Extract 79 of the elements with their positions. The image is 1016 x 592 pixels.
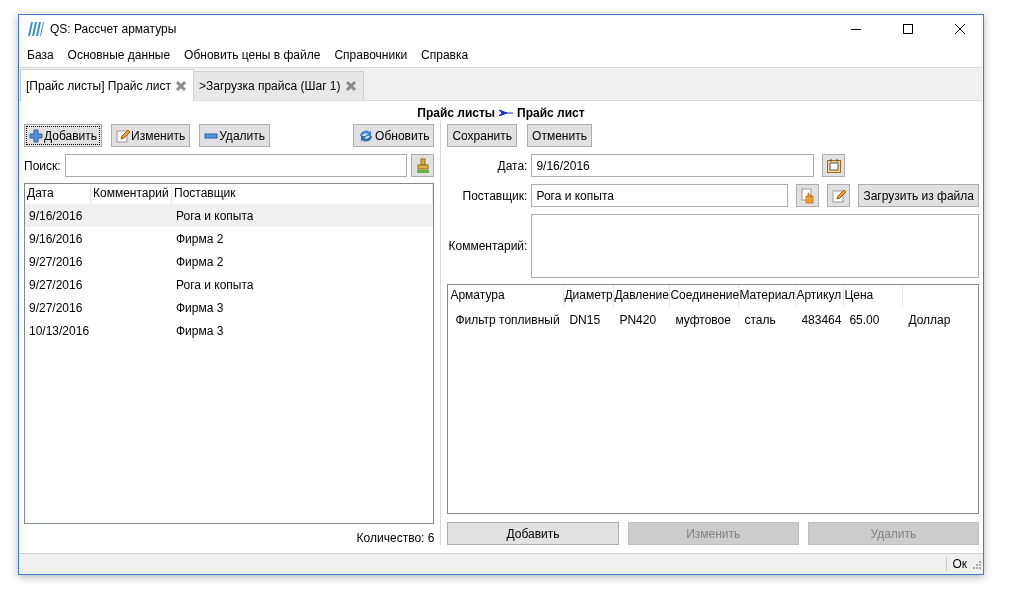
- count-label: Количество: 6: [356, 531, 435, 545]
- search-field[interactable]: [64, 154, 408, 177]
- tab[interactable]: [Прайс листы] Прайс лист: [20, 69, 195, 101]
- action-button[interactable]: Добавить: [447, 522, 619, 545]
- column-header[interactable]: Материал: [739, 285, 797, 307]
- plus-icon: [29, 128, 43, 143]
- maximize-icon: [903, 24, 913, 34]
- search-label: Поиск:: [24, 158, 61, 173]
- column-header[interactable]: Цена: [844, 285, 904, 307]
- stamp-icon: [415, 157, 430, 174]
- menu-item[interactable]: Справка: [414, 48, 476, 62]
- table-cell-text: сталь: [743, 312, 777, 327]
- table-cell-text: Фирма 3: [175, 323, 225, 338]
- delete-button[interactable]: Удалить: [199, 124, 270, 147]
- table-cell-text: Фирма 3: [175, 300, 225, 315]
- calendar-icon: [825, 157, 842, 174]
- table-cell-text: 483464: [800, 312, 843, 327]
- comment-label: Комментарий:: [447, 239, 528, 253]
- hand-icon: [800, 187, 815, 204]
- refresh-icon: [358, 127, 375, 144]
- pencil-icon: [831, 188, 846, 203]
- supplier-field[interactable]: Рога и копыта: [531, 184, 789, 207]
- table-cell-text: Фирма 2: [175, 254, 225, 269]
- edit-button[interactable]: [827, 184, 851, 207]
- calendar-button[interactable]: [822, 154, 846, 177]
- resize-grip-icon: [971, 559, 981, 569]
- column-header[interactable]: Давление: [614, 285, 671, 307]
- table-row[interactable]: 10/13/2016 Фирма 3: [25, 319, 434, 342]
- table-cell-text: Доллар: [907, 312, 952, 327]
- menu-item[interactable]: Справочники: [327, 48, 415, 62]
- load-file-button[interactable]: Загрузить из файла: [858, 184, 979, 207]
- table-cell-text: муфтовое: [674, 312, 732, 327]
- table-cell-text: 10/13/2016: [28, 323, 91, 338]
- table-cell-text: Фирма 2: [175, 231, 225, 246]
- breadcrumb-item[interactable]: Прайс листы: [417, 105, 496, 120]
- table-cell-text: Рога и копыта: [175, 277, 255, 292]
- arrow-icon: [499, 108, 514, 117]
- table-cell-text: 9/27/2016: [28, 300, 84, 315]
- table-cell-text: PN420: [618, 312, 658, 327]
- close-icon: [344, 80, 357, 92]
- table-cell-text: 65.00: [848, 312, 881, 327]
- table-row[interactable]: 9/16/2016 Рога и копыта: [25, 204, 434, 227]
- date-field[interactable]: 9/16/2016: [531, 154, 815, 177]
- date-label: Дата:: [496, 158, 528, 173]
- menu-item[interactable]: База: [20, 48, 61, 62]
- column-header[interactable]: Артикул: [796, 285, 845, 307]
- clear-search-button[interactable]: [411, 154, 435, 177]
- add-button[interactable]: Добавить: [24, 124, 103, 147]
- table-cell-text: Фильтр топливный: [454, 312, 561, 327]
- close-icon: [955, 24, 965, 34]
- table-cell-text: 9/27/2016: [28, 277, 84, 292]
- supplier-label: Поставщик:: [461, 188, 528, 203]
- menu-item[interactable]: Основные данные: [60, 48, 178, 62]
- breadcrumb-item[interactable]: Прайс лист: [517, 105, 585, 120]
- column-header[interactable]: Арматура: [450, 285, 565, 307]
- table-row[interactable]: 9/27/2016 Фирма 2: [25, 250, 434, 273]
- table-cell-text: 9/16/2016: [28, 208, 84, 223]
- pencil-icon: [116, 128, 131, 143]
- action-button[interactable]: Сохранить: [447, 124, 518, 147]
- column-header[interactable]: Диаметр: [564, 285, 615, 307]
- table-row[interactable]: 9/16/2016 Фирма 2: [25, 227, 434, 250]
- table-cell-text: Рога и копыта: [175, 208, 255, 223]
- logo-icon: [28, 21, 44, 37]
- edit-button[interactable]: Изменить: [111, 124, 191, 147]
- tab[interactable]: >Загрузка прайса (Шаг 1): [193, 71, 364, 100]
- close-icon: [175, 79, 188, 92]
- select-button[interactable]: [796, 184, 820, 207]
- table-row[interactable]: 9/27/2016 Рога и копыта: [25, 273, 434, 296]
- menu-item[interactable]: Обновить цены в файле: [177, 48, 328, 62]
- table-cell-text: 9/27/2016: [28, 254, 84, 269]
- table-cell-text: 9/16/2016: [28, 231, 84, 246]
- refresh-button[interactable]: Обновить: [353, 124, 435, 147]
- table-row[interactable]: 9/27/2016 Фирма 3: [25, 296, 434, 319]
- table-cell-text: DN15: [568, 312, 602, 327]
- status-text: Ок: [946, 557, 967, 571]
- action-button[interactable]: Отменить: [527, 124, 592, 147]
- column-header[interactable]: Соединение: [670, 285, 740, 307]
- window-title: QS: Рассчет арматуры: [50, 22, 178, 36]
- comment-field[interactable]: [531, 214, 979, 278]
